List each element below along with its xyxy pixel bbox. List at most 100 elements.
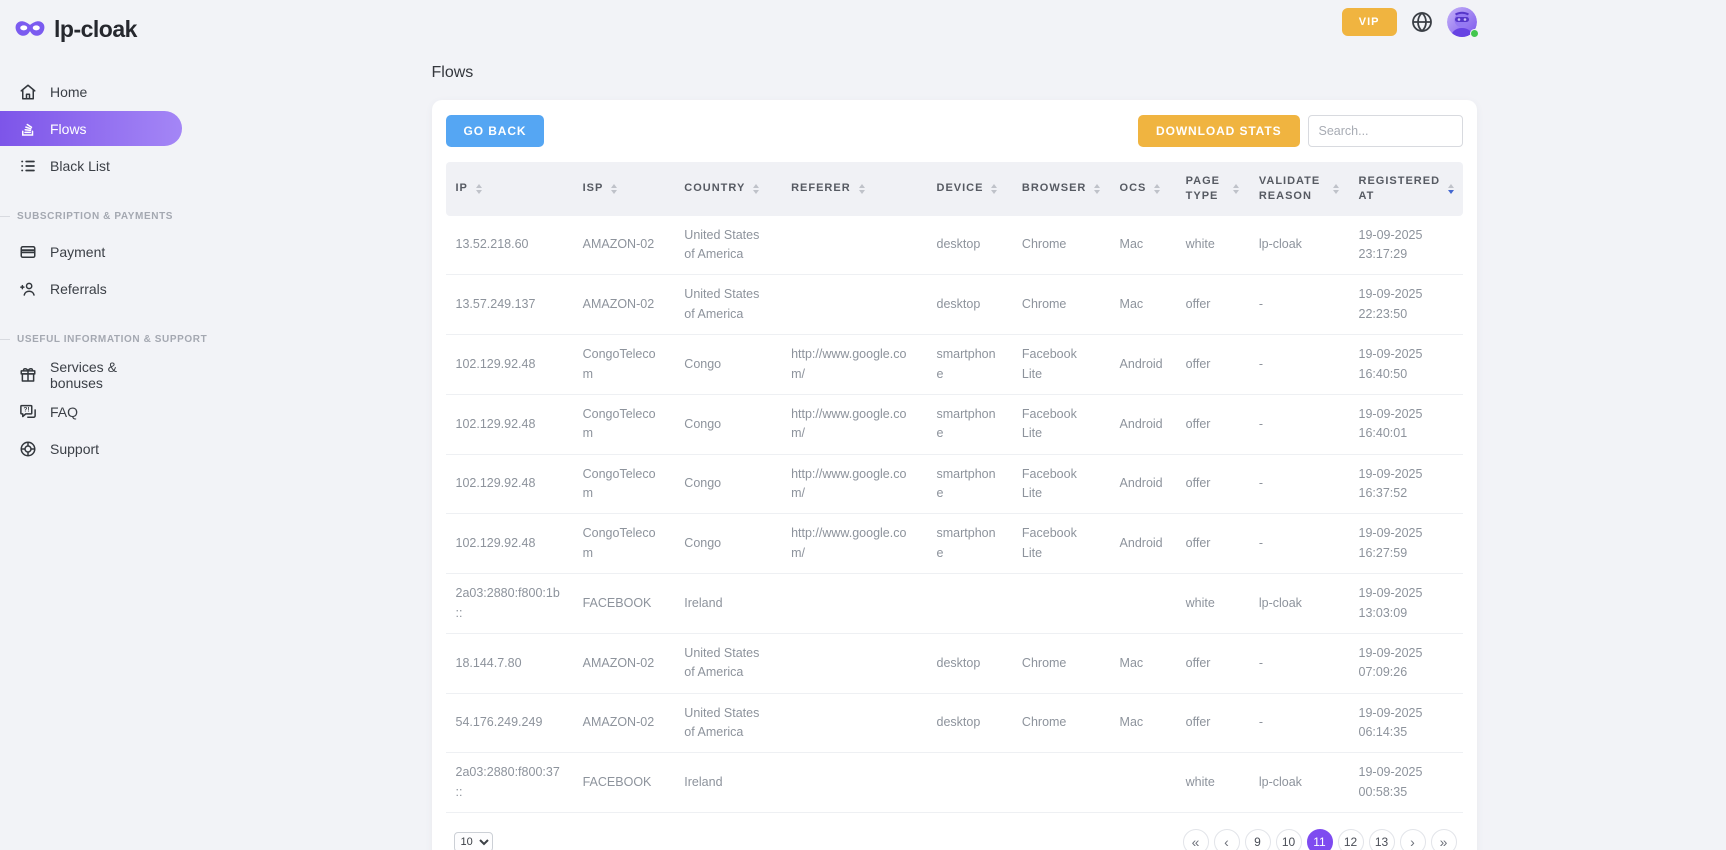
table-row: 18.144.7.80AMAZON-02United States of Ame… bbox=[446, 633, 1463, 693]
next-page-button[interactable]: › bbox=[1400, 829, 1426, 850]
cell: white bbox=[1176, 216, 1249, 275]
search-input[interactable] bbox=[1308, 115, 1463, 147]
column-header-browser[interactable]: BROWSER bbox=[1012, 162, 1110, 216]
sort-icon bbox=[753, 184, 759, 195]
sidebar-item-label: Payment bbox=[50, 244, 105, 260]
page-buttons: «‹910111213›» bbox=[1183, 829, 1457, 850]
sidebar-item-flows[interactable]: Flows bbox=[0, 111, 182, 146]
sidebar-item-referrals[interactable]: Referrals bbox=[0, 271, 182, 306]
cell: white bbox=[1176, 753, 1249, 813]
cell: Chrome bbox=[1012, 275, 1110, 335]
sidebar-item-services-bonuses[interactable]: Services & bonuses bbox=[0, 357, 182, 392]
cell: - bbox=[1249, 633, 1349, 693]
cell: 19-09-2025 16:27:59 bbox=[1349, 514, 1463, 574]
sidebar-item-label: Home bbox=[50, 84, 87, 100]
cell: Android bbox=[1110, 454, 1176, 514]
cell: - bbox=[1249, 275, 1349, 335]
sidebar-item-home[interactable]: Home bbox=[0, 74, 182, 109]
cell: AMAZON-02 bbox=[573, 275, 675, 335]
cell: offer bbox=[1176, 514, 1249, 574]
column-label: OCS bbox=[1120, 181, 1147, 196]
globe-icon[interactable] bbox=[1410, 10, 1434, 34]
sidebar-item-payment[interactable]: Payment bbox=[0, 234, 182, 269]
cell bbox=[1012, 574, 1110, 634]
column-label: PAGE TYPE bbox=[1186, 174, 1225, 204]
sort-icon bbox=[1233, 184, 1239, 195]
cell: 54.176.249.249 bbox=[446, 693, 573, 753]
column-header-device[interactable]: DEVICE bbox=[927, 162, 1012, 216]
page-button-10[interactable]: 10 bbox=[1276, 829, 1302, 850]
cell: Congo bbox=[674, 394, 781, 454]
page-title: Flows bbox=[432, 64, 1477, 82]
cell: offer bbox=[1176, 454, 1249, 514]
cell: 18.144.7.80 bbox=[446, 633, 573, 693]
sidebar-section-subscription: SUBSCRIPTION & PAYMENTS bbox=[0, 211, 182, 222]
prev-page-button[interactable]: ‹ bbox=[1214, 829, 1240, 850]
sort-icon bbox=[1154, 184, 1160, 195]
cell: Ireland bbox=[674, 574, 781, 634]
cell: Android bbox=[1110, 514, 1176, 574]
vip-button[interactable]: VIP bbox=[1342, 8, 1397, 36]
app-logo[interactable]: lp-cloak bbox=[0, 12, 182, 46]
sidebar-item-faq[interactable]: ?! FAQ bbox=[0, 394, 182, 429]
column-header-country[interactable]: COUNTRY bbox=[674, 162, 781, 216]
cell: 2a03:2880:f800:37:: bbox=[446, 753, 573, 813]
table-row: 13.52.218.60AMAZON-02United States of Am… bbox=[446, 216, 1463, 275]
cell bbox=[781, 216, 926, 275]
page-button-12[interactable]: 12 bbox=[1338, 829, 1364, 850]
sort-icon bbox=[476, 184, 482, 195]
page-button-11[interactable]: 11 bbox=[1307, 829, 1333, 850]
page-button-9[interactable]: 9 bbox=[1245, 829, 1271, 850]
cell: CongoTelecom bbox=[573, 454, 675, 514]
cell: 2a03:2880:f800:1b:: bbox=[446, 574, 573, 634]
flows-icon bbox=[19, 120, 37, 138]
column-label: IP bbox=[456, 181, 468, 196]
column-header-isp[interactable]: ISP bbox=[573, 162, 675, 216]
page-size-select[interactable]: 10 bbox=[454, 832, 493, 850]
cell: Facebook Lite bbox=[1012, 394, 1110, 454]
sidebar-item-black-list[interactable]: Black List bbox=[0, 148, 182, 183]
column-header-page-type[interactable]: PAGE TYPE bbox=[1176, 162, 1249, 216]
download-stats-button[interactable]: DOWNLOAD STATS bbox=[1138, 115, 1299, 147]
cell: Facebook Lite bbox=[1012, 335, 1110, 395]
first-page-button[interactable]: « bbox=[1183, 829, 1209, 850]
cell: offer bbox=[1176, 394, 1249, 454]
column-label: ISP bbox=[583, 181, 604, 196]
column-label: REFERER bbox=[791, 181, 851, 196]
table-row: 102.129.92.48CongoTelecomCongohttp://www… bbox=[446, 454, 1463, 514]
column-label: REGISTERED AT bbox=[1359, 174, 1441, 204]
sidebar-item-label: Support bbox=[50, 441, 99, 457]
cell: http://www.google.com/ bbox=[781, 454, 926, 514]
online-status-dot bbox=[1470, 29, 1479, 38]
cell bbox=[1012, 753, 1110, 813]
cell: Congo bbox=[674, 454, 781, 514]
table-row: 13.57.249.137AMAZON-02United States of A… bbox=[446, 275, 1463, 335]
sort-icon bbox=[611, 184, 617, 195]
cell: smartphone bbox=[927, 394, 1012, 454]
black-list-icon bbox=[19, 157, 37, 175]
last-page-button[interactable]: » bbox=[1431, 829, 1457, 850]
sort-icon bbox=[859, 184, 865, 195]
payment-icon bbox=[19, 243, 37, 261]
user-avatar[interactable] bbox=[1447, 7, 1477, 37]
column-header-referer[interactable]: REFERER bbox=[781, 162, 926, 216]
sidebar-item-support[interactable]: Support bbox=[0, 431, 182, 466]
cell: 19-09-2025 23:17:29 bbox=[1349, 216, 1463, 275]
sidebar-section-useful: USEFUL INFORMATION & SUPPORT bbox=[0, 334, 182, 345]
cell: http://www.google.com/ bbox=[781, 514, 926, 574]
go-back-button[interactable]: GO BACK bbox=[446, 115, 545, 147]
cell: smartphone bbox=[927, 514, 1012, 574]
column-header-validate-reason[interactable]: VALIDATE REASON bbox=[1249, 162, 1349, 216]
page-button-13[interactable]: 13 bbox=[1369, 829, 1395, 850]
flows-table: IP ISP COUNTRY REFERER DEVICEBROWSER OCS PAGE … bbox=[446, 162, 1463, 813]
sidebar-item-label: FAQ bbox=[50, 404, 78, 420]
column-header-registered-at[interactable]: REGISTERED AT bbox=[1349, 162, 1463, 216]
table-row: 102.129.92.48CongoTelecomCongohttp://www… bbox=[446, 514, 1463, 574]
gift-icon bbox=[19, 366, 37, 384]
column-header-ip[interactable]: IP bbox=[446, 162, 573, 216]
column-header-ocs[interactable]: OCS bbox=[1110, 162, 1176, 216]
cell: Congo bbox=[674, 514, 781, 574]
cell: CongoTelecom bbox=[573, 514, 675, 574]
sidebar-item-label: Black List bbox=[50, 158, 110, 174]
cell bbox=[781, 574, 926, 634]
